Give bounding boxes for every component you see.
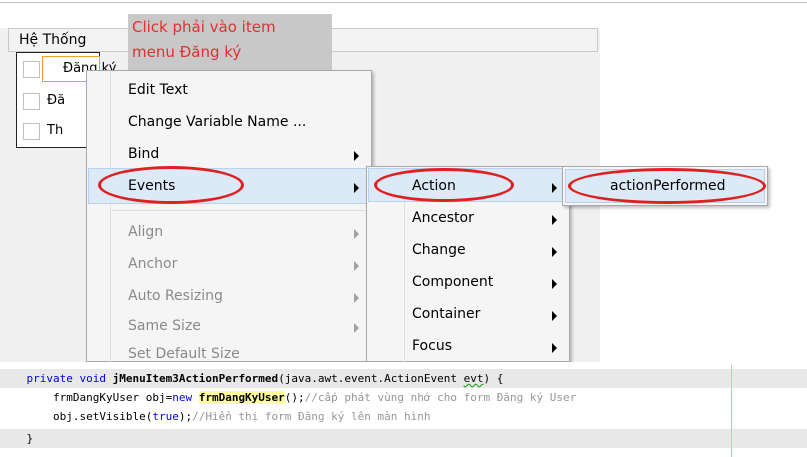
submenu-arrow-icon (552, 215, 557, 225)
menu-item-align[interactable]: Align (128, 224, 163, 240)
top-divider (0, 2, 807, 3)
submenu-arrow-icon (552, 247, 557, 257)
menu-item-set-default-size[interactable]: Set Default Size (128, 346, 240, 362)
submenu-arrow-icon (354, 229, 359, 239)
menu-item-anchor[interactable]: Anchor (128, 256, 177, 272)
submenu-arrow-icon (552, 183, 557, 193)
menu-item-label: Đă (47, 93, 66, 108)
callout-line-2: menu Đăng ký (132, 43, 242, 61)
menu-item-same-size[interactable]: Same Size (128, 318, 201, 334)
menu-item-bind[interactable]: Bind (128, 146, 159, 162)
editor-right-margin (731, 365, 732, 457)
code-line-3: obj.setVisible(true);//Hiển thị form Đăn… (52, 410, 431, 423)
menu-he-thong[interactable]: Hệ Thống (19, 32, 86, 48)
menu-item-auto-resizing[interactable]: Auto Resizing (128, 288, 223, 304)
submenu-item-change[interactable]: Change (412, 242, 466, 258)
callout-line-1: Click phải vào item (132, 18, 276, 36)
submenu-arrow-icon (354, 323, 359, 333)
submenu-arrow-icon (354, 293, 359, 303)
menu-gutter (110, 71, 111, 362)
annotation-ellipse-action-performed (568, 168, 766, 204)
submenu-arrow-icon (354, 151, 359, 161)
menu-item-checkbox (23, 61, 40, 78)
menu-item-checkbox (23, 93, 40, 110)
submenu-arrow-icon (552, 311, 557, 321)
code-line-2: frmDangKyUser obj=new frmDangKyUser();//… (52, 391, 577, 404)
submenu-arrow-icon (354, 183, 359, 193)
submenu-arrow-icon (552, 279, 557, 289)
code-line-4: } (0, 429, 807, 448)
menu-item-edit-text[interactable]: Edit Text (128, 82, 188, 98)
submenu-item-container[interactable]: Container (412, 306, 480, 322)
submenu-arrow-icon (354, 261, 359, 271)
code-line-1: private void jMenuItem3ActionPerformed(j… (0, 369, 807, 388)
submenu-item-component[interactable]: Component (412, 274, 493, 290)
submenu-item-focus[interactable]: Focus (412, 338, 452, 354)
annotation-ellipse-action (374, 168, 514, 202)
submenu-arrow-icon (552, 343, 557, 353)
submenu-item-ancestor[interactable]: Ancestor (412, 210, 474, 226)
annotation-ellipse-events (98, 166, 244, 204)
menu-item-checkbox (23, 123, 40, 140)
code-editor[interactable]: private void jMenuItem3ActionPerformed(j… (0, 362, 807, 457)
menu-item-label: Th (47, 123, 64, 138)
menu-item-change-variable-name[interactable]: Change Variable Name ... (128, 114, 306, 130)
menu-separator (112, 210, 368, 211)
annotation-callout: Click phải vào item menu Đăng ký (128, 14, 332, 72)
